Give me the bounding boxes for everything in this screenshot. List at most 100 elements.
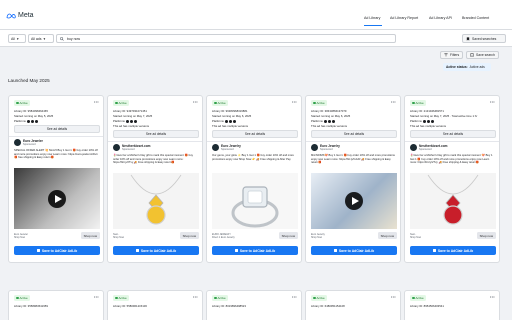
more-icon[interactable]: ••• — [193, 99, 198, 104]
lock-icon — [333, 249, 337, 252]
cta-row: Nest.. Shop Now Shop now — [410, 231, 496, 240]
save-label: Save to AdClair AdLib — [140, 248, 177, 253]
saved-searches-button[interactable]: Saved searches — [462, 34, 506, 43]
ad-media[interactable] — [311, 173, 397, 229]
shop-now-button[interactable]: Shop now — [476, 232, 496, 239]
advertiser-block[interactable]: Euro Jewelry Sponsored — [311, 144, 340, 151]
ring-image — [231, 186, 279, 228]
more-icon[interactable]: ••• — [490, 294, 495, 299]
platform-icon — [30, 119, 34, 123]
play-icon[interactable] — [48, 189, 66, 208]
multiple-versions-note: This ad has multiple versions — [410, 124, 447, 128]
library-id: Library ID: 9584098464465 — [14, 109, 48, 113]
active-status-chip[interactable]: Active status: Active ads — [443, 63, 491, 71]
platform-icon — [422, 119, 426, 123]
cta-caption: EURO JEWELRY Direct 1 Euro Jewelry — [212, 232, 235, 239]
shop-now-button[interactable]: Shop now — [80, 232, 100, 239]
status-label: Active — [118, 101, 127, 105]
meta-logo[interactable]: Meta — [6, 12, 34, 19]
shop-now-button[interactable]: Shop now — [377, 232, 397, 239]
nav-ad-library-api[interactable]: Ad Library API — [429, 16, 452, 20]
platform-icon — [224, 119, 228, 123]
more-icon[interactable]: ••• — [193, 294, 198, 299]
platforms-row: Platforms — [113, 119, 137, 123]
status-badge: Active — [113, 295, 129, 301]
see-ad-details-button[interactable]: See ad details — [113, 130, 199, 138]
ad-card: Active ••• Library ID: 6480951154108 — [305, 290, 401, 320]
status-dot-icon — [313, 296, 316, 300]
card-divider — [405, 141, 499, 142]
see-ad-details-button[interactable]: See ad details — [14, 125, 100, 133]
ad-card: Active ••• Library ID: 5580961215106 — [107, 290, 203, 320]
ad-media[interactable] — [113, 173, 199, 229]
filters-button[interactable]: Filters — [440, 51, 464, 59]
sponsored-label: Sponsored — [122, 148, 135, 151]
platforms-row: Platforms — [14, 119, 38, 123]
save-to-adlib-button[interactable]: Save to AdClair AdLib — [410, 246, 496, 255]
advertiser-block[interactable]: Euro Jeweler Sponsored — [14, 139, 43, 146]
library-id: Library ID: 8019896498523 — [212, 304, 246, 308]
status-dot-icon — [412, 101, 415, 105]
ad-media[interactable] — [14, 168, 100, 229]
search-input[interactable]: buy now — [56, 34, 396, 43]
more-icon[interactable]: ••• — [490, 99, 495, 104]
cta-caption: Euro Jeweler Shop Now — [14, 232, 28, 239]
cta-row: Nest.. Shop Now Shop now — [113, 231, 199, 240]
advertiser-text: Euro Jewelry Sponsored — [221, 144, 241, 151]
play-icon[interactable] — [345, 192, 363, 210]
nav-ad-library[interactable]: Ad Library — [364, 16, 380, 20]
ad-media[interactable] — [410, 173, 496, 229]
status-dot-icon — [214, 101, 217, 105]
status-dot-icon — [115, 296, 118, 300]
save-to-adlib-button[interactable]: Save to AdClair AdLib — [14, 246, 100, 255]
platform-icon — [125, 119, 129, 123]
ad-card: Active ••• Library ID: 8954506403541 — [404, 290, 500, 320]
status-badge: Active — [14, 295, 30, 301]
status-label: Active — [19, 296, 28, 300]
status-badge: Active — [311, 100, 327, 106]
see-ad-details-button[interactable]: See ad details — [212, 130, 298, 138]
status-value: Active ads — [469, 65, 485, 69]
cta-caption: Euro Jewelry Shop Now — [311, 232, 325, 239]
ad-body-text: Mid MOMS💝 Buy 1 Get 1 🎁 buy order 10% of… — [311, 154, 395, 164]
platforms-label: Platforms — [113, 119, 125, 123]
see-ad-details-button[interactable]: See ad details — [311, 130, 397, 138]
more-icon[interactable]: ••• — [391, 99, 396, 104]
necklace-image — [427, 174, 479, 225]
nav-branded-content[interactable]: Branded Content — [462, 16, 489, 20]
status-key: Active status: — [446, 65, 468, 69]
lock-icon — [135, 249, 139, 252]
save-to-adlib-button[interactable]: Save to AdClair AdLib — [212, 246, 298, 255]
status-badge: Active — [212, 295, 228, 301]
save-search-button[interactable]: Save search — [466, 51, 499, 59]
more-icon[interactable]: ••• — [391, 294, 396, 299]
save-label: Save to AdClair AdLib — [41, 248, 78, 253]
library-id: Library ID: 2131946481571 — [410, 109, 444, 113]
shop-now-button[interactable]: Shop now — [278, 232, 298, 239]
see-ad-details-button[interactable]: See ad details — [410, 130, 496, 138]
avatar — [311, 144, 318, 151]
ad-card: Active ••• Library ID: 9497931071451 Starte… — [107, 95, 203, 263]
start-date: Started running on May 7, 2025 · Total a… — [410, 114, 478, 118]
advertiser-block[interactable]: Nestherkloset.com Sponsored — [113, 144, 151, 151]
ad-type-select[interactable]: All ads ▾ — [28, 34, 54, 43]
ad-media[interactable] — [212, 173, 298, 229]
more-icon[interactable]: ••• — [94, 294, 99, 299]
status-dot-icon — [115, 101, 118, 105]
platform-icon — [129, 119, 133, 123]
avatar — [410, 144, 417, 151]
more-icon[interactable]: ••• — [292, 294, 297, 299]
platform-icons — [422, 119, 434, 123]
advertiser-block[interactable]: Euro Jewelry Sponsored — [212, 144, 241, 151]
avatar — [212, 144, 219, 151]
save-to-adlib-button[interactable]: Save to AdClair AdLib — [113, 246, 199, 255]
save-to-adlib-button[interactable]: Save to AdClair AdLib — [311, 246, 397, 255]
country-select[interactable]: All ▾ — [8, 34, 26, 43]
more-icon[interactable]: ••• — [94, 99, 99, 104]
nav-ad-library-report[interactable]: Ad Library Report — [390, 16, 418, 20]
shop-now-button[interactable]: Shop now — [179, 232, 199, 239]
ad-card: Active ••• Library ID: 3558984541959 — [8, 290, 104, 320]
advertiser-block[interactable]: Nestherkloset.com Sponsored — [410, 144, 448, 151]
more-icon[interactable]: ••• — [292, 99, 297, 104]
status-badge: Active — [113, 100, 129, 106]
